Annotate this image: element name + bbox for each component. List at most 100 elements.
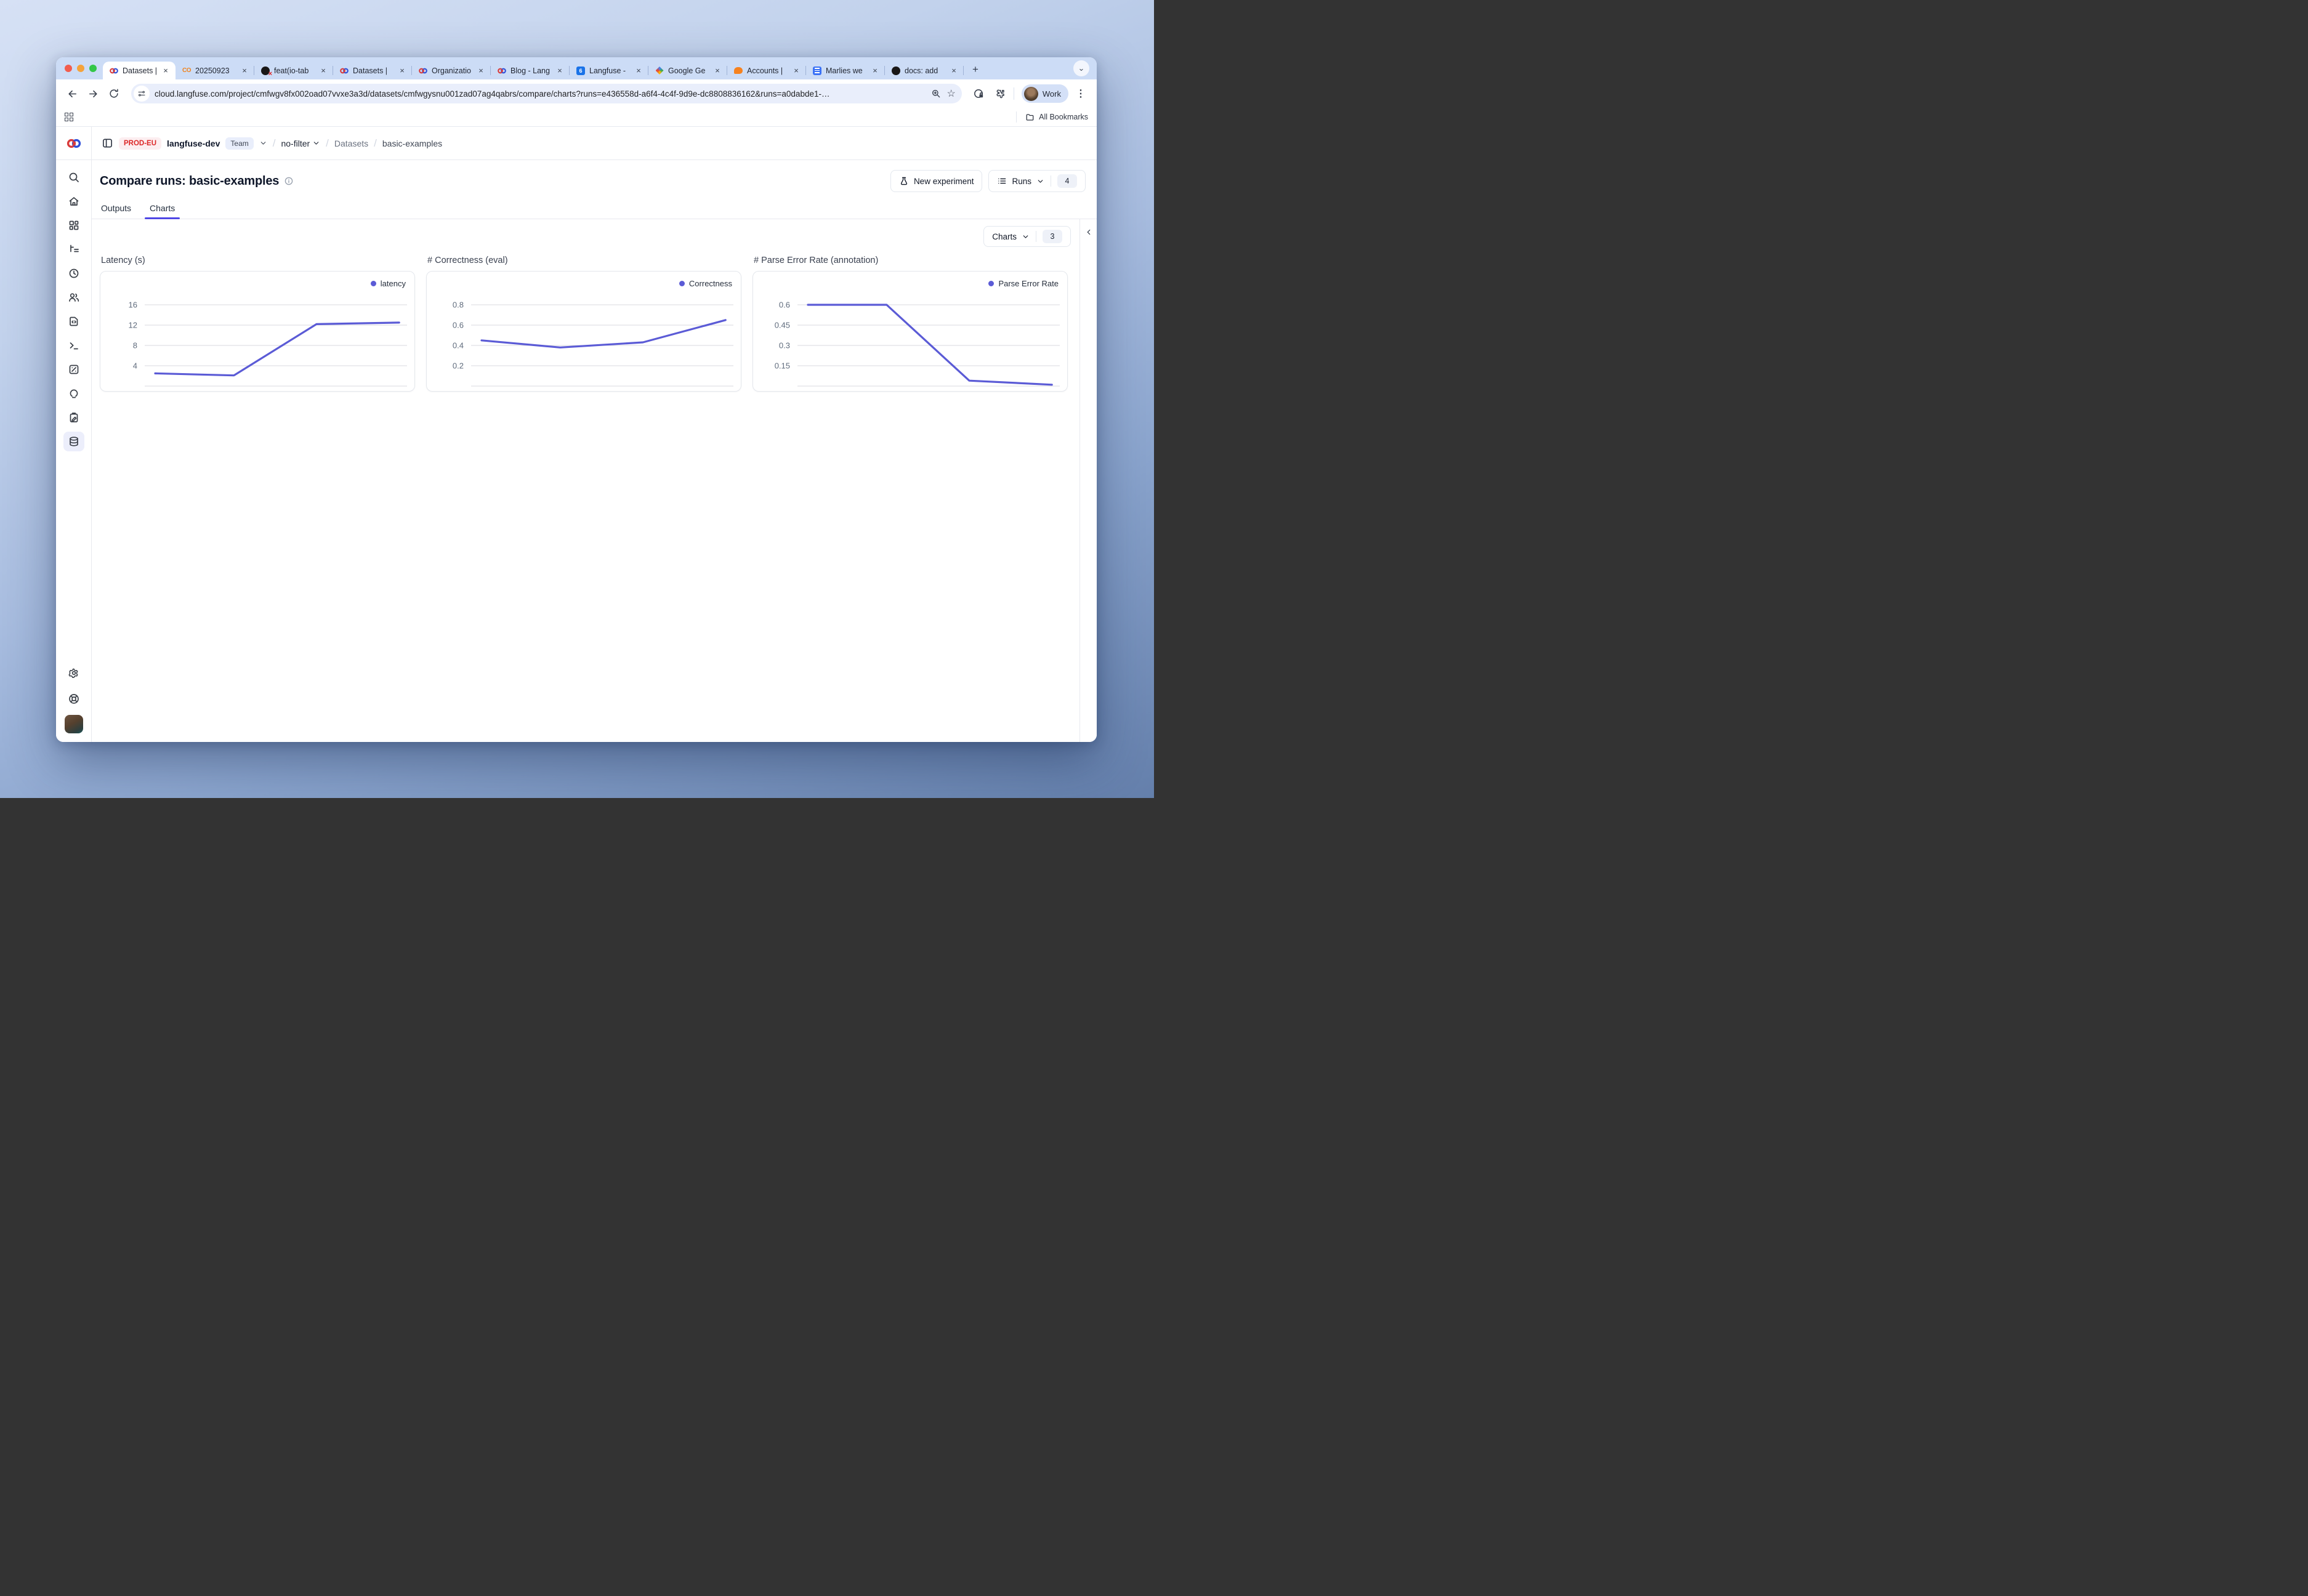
y-axis-tick-label: 8 bbox=[133, 341, 137, 350]
chart-title: # Parse Error Rate (annotation) bbox=[754, 256, 1067, 265]
all-bookmarks-button[interactable]: All Bookmarks bbox=[1016, 111, 1088, 123]
runs-dropdown-button[interactable]: Runs 4 bbox=[988, 170, 1086, 192]
langfuse-logo[interactable] bbox=[56, 127, 91, 160]
sidebar-item-search[interactable] bbox=[63, 167, 84, 187]
profile-avatar bbox=[1024, 87, 1038, 101]
tab-title: Google Ge bbox=[668, 66, 709, 75]
browser-tab[interactable]: docs: add× bbox=[885, 62, 964, 79]
legend-dot-icon bbox=[679, 281, 685, 286]
sidebar-item-judge[interactable] bbox=[63, 384, 84, 403]
content-area: Charts 3 Latency (s)161284latency# Corre… bbox=[92, 219, 1097, 742]
playground-icon bbox=[68, 339, 80, 352]
langfuse-app: PROD-EU langfuse-dev Team / no-filter / … bbox=[56, 127, 1097, 742]
minimize-window-button[interactable] bbox=[77, 65, 84, 72]
breadcrumb-separator: / bbox=[374, 137, 377, 150]
new-experiment-button[interactable]: New experiment bbox=[890, 170, 983, 192]
tab-title: Datasets | L bbox=[123, 66, 157, 75]
sidebar-item-evals[interactable] bbox=[63, 360, 84, 379]
tab-close-icon[interactable]: × bbox=[161, 66, 171, 76]
tab-close-icon[interactable]: × bbox=[555, 66, 565, 76]
sidebar-item-annotation[interactable] bbox=[63, 408, 84, 427]
tab-close-icon[interactable]: × bbox=[240, 66, 249, 76]
environment-badge[interactable]: PROD-EU bbox=[119, 137, 161, 150]
main-column: PROD-EU langfuse-dev Team / no-filter / … bbox=[92, 127, 1097, 742]
browser-tab[interactable]: Datasets |× bbox=[333, 62, 412, 79]
browser-tab[interactable]: ×feat(io-tab× bbox=[254, 62, 333, 79]
search-tabs-button[interactable]: ⌄ bbox=[1073, 60, 1089, 76]
org-name[interactable]: langfuse-dev bbox=[167, 139, 220, 148]
browser-menu-kebab-icon[interactable]: ⋮ bbox=[1072, 85, 1089, 102]
maximize-window-button[interactable] bbox=[89, 65, 97, 72]
tab-close-icon[interactable]: × bbox=[634, 66, 644, 76]
sidebar-item-datasets[interactable] bbox=[63, 432, 84, 451]
site-settings-icon[interactable] bbox=[134, 86, 150, 102]
reload-button[interactable] bbox=[105, 85, 123, 102]
browser-tab[interactable]: Accounts |× bbox=[727, 62, 806, 79]
tab-close-icon[interactable]: × bbox=[712, 66, 722, 76]
profile-chip[interactable]: Work bbox=[1022, 84, 1068, 103]
url-text[interactable]: cloud.langfuse.com/project/cmfwgv8fx002o… bbox=[155, 89, 926, 99]
apps-grid-icon[interactable] bbox=[65, 113, 73, 121]
chart-legend: Correctness bbox=[679, 279, 732, 288]
list-icon bbox=[997, 176, 1007, 186]
breadcrumb-separator: / bbox=[273, 137, 276, 150]
panel-left-toggle-icon[interactable] bbox=[102, 137, 113, 149]
collapse-panel-button[interactable] bbox=[1084, 228, 1093, 742]
forward-button[interactable] bbox=[84, 85, 102, 102]
page-tab-bar: Outputs Charts bbox=[92, 195, 1097, 219]
back-button[interactable] bbox=[63, 85, 81, 102]
gemini-favicon-icon bbox=[655, 66, 664, 76]
sidebar-item-home[interactable] bbox=[63, 191, 84, 211]
browser-tab[interactable]: Google Ge× bbox=[648, 62, 727, 79]
sidebar-item-users[interactable] bbox=[63, 288, 84, 307]
zoom-page-icon[interactable] bbox=[931, 89, 941, 99]
tab-close-icon[interactable]: × bbox=[476, 66, 486, 76]
langfuse-favicon-icon bbox=[109, 66, 119, 76]
breadcrumb-datasets-link[interactable]: Datasets bbox=[334, 139, 368, 148]
user-avatar[interactable] bbox=[65, 715, 83, 733]
browser-tab[interactable]: Blog - Lang× bbox=[491, 62, 570, 79]
sidebar-item-prompts[interactable] bbox=[63, 312, 84, 331]
y-axis-tick-label: 0.2 bbox=[453, 361, 464, 371]
tab-close-icon[interactable]: × bbox=[397, 66, 407, 76]
privacy-badge-icon[interactable] bbox=[970, 85, 988, 102]
browser-tab[interactable]: Organizatio× bbox=[412, 62, 491, 79]
sidebar-item-playground[interactable] bbox=[63, 336, 84, 355]
langfuse-favicon-icon bbox=[339, 66, 349, 76]
series-line bbox=[155, 323, 399, 376]
bookmark-star-icon[interactable]: ☆ bbox=[947, 87, 956, 100]
org-chevron-down-icon[interactable] bbox=[259, 139, 267, 147]
sidebar-item-tracing[interactable] bbox=[63, 240, 84, 259]
browser-tab[interactable]: Marlies we × bbox=[806, 62, 885, 79]
tab-title: Marlies we bbox=[826, 66, 866, 75]
settings-gear-icon[interactable] bbox=[63, 663, 84, 683]
chart-panel: 0.80.60.40.2Correctness bbox=[426, 271, 741, 392]
info-icon[interactable] bbox=[284, 176, 294, 186]
tab-charts[interactable]: Charts bbox=[148, 201, 176, 219]
extensions-puzzle-icon[interactable] bbox=[991, 85, 1009, 102]
browser-tab[interactable]: CO20250923× bbox=[176, 62, 254, 79]
sidebar-item-sessions[interactable] bbox=[63, 264, 84, 283]
browser-toolbar: cloud.langfuse.com/project/cmfwgv8fx002o… bbox=[56, 79, 1097, 108]
browser-tab[interactable]: 6Langfuse -× bbox=[570, 62, 648, 79]
tab-list: Datasets | L×CO20250923××feat(io-tab×Dat… bbox=[103, 62, 1073, 79]
search-icon bbox=[68, 171, 80, 183]
tab-close-icon[interactable]: × bbox=[318, 66, 328, 76]
tab-close-icon[interactable]: × bbox=[791, 66, 801, 76]
close-window-button[interactable] bbox=[65, 65, 72, 72]
tab-close-icon[interactable]: × bbox=[870, 66, 880, 76]
tab-close-icon[interactable]: × bbox=[949, 66, 959, 76]
charts-filter-button[interactable]: Charts 3 bbox=[983, 226, 1071, 247]
browser-tab[interactable]: Datasets | L × bbox=[103, 62, 176, 79]
sidebar-nav bbox=[63, 160, 84, 451]
gcal-favicon-icon: 6 bbox=[576, 66, 586, 76]
home-icon bbox=[68, 195, 80, 208]
new-tab-button[interactable]: + bbox=[967, 62, 983, 78]
y-axis-tick-label: 0.6 bbox=[779, 300, 790, 310]
project-selector[interactable]: no-filter bbox=[281, 139, 320, 148]
sidebar-item-dashboards[interactable] bbox=[63, 216, 84, 235]
tab-outputs[interactable]: Outputs bbox=[100, 201, 132, 219]
support-lifebuoy-icon[interactable] bbox=[63, 689, 84, 709]
legend-label: Parse Error Rate bbox=[998, 279, 1059, 288]
address-bar[interactable]: cloud.langfuse.com/project/cmfwgv8fx002o… bbox=[131, 84, 962, 103]
